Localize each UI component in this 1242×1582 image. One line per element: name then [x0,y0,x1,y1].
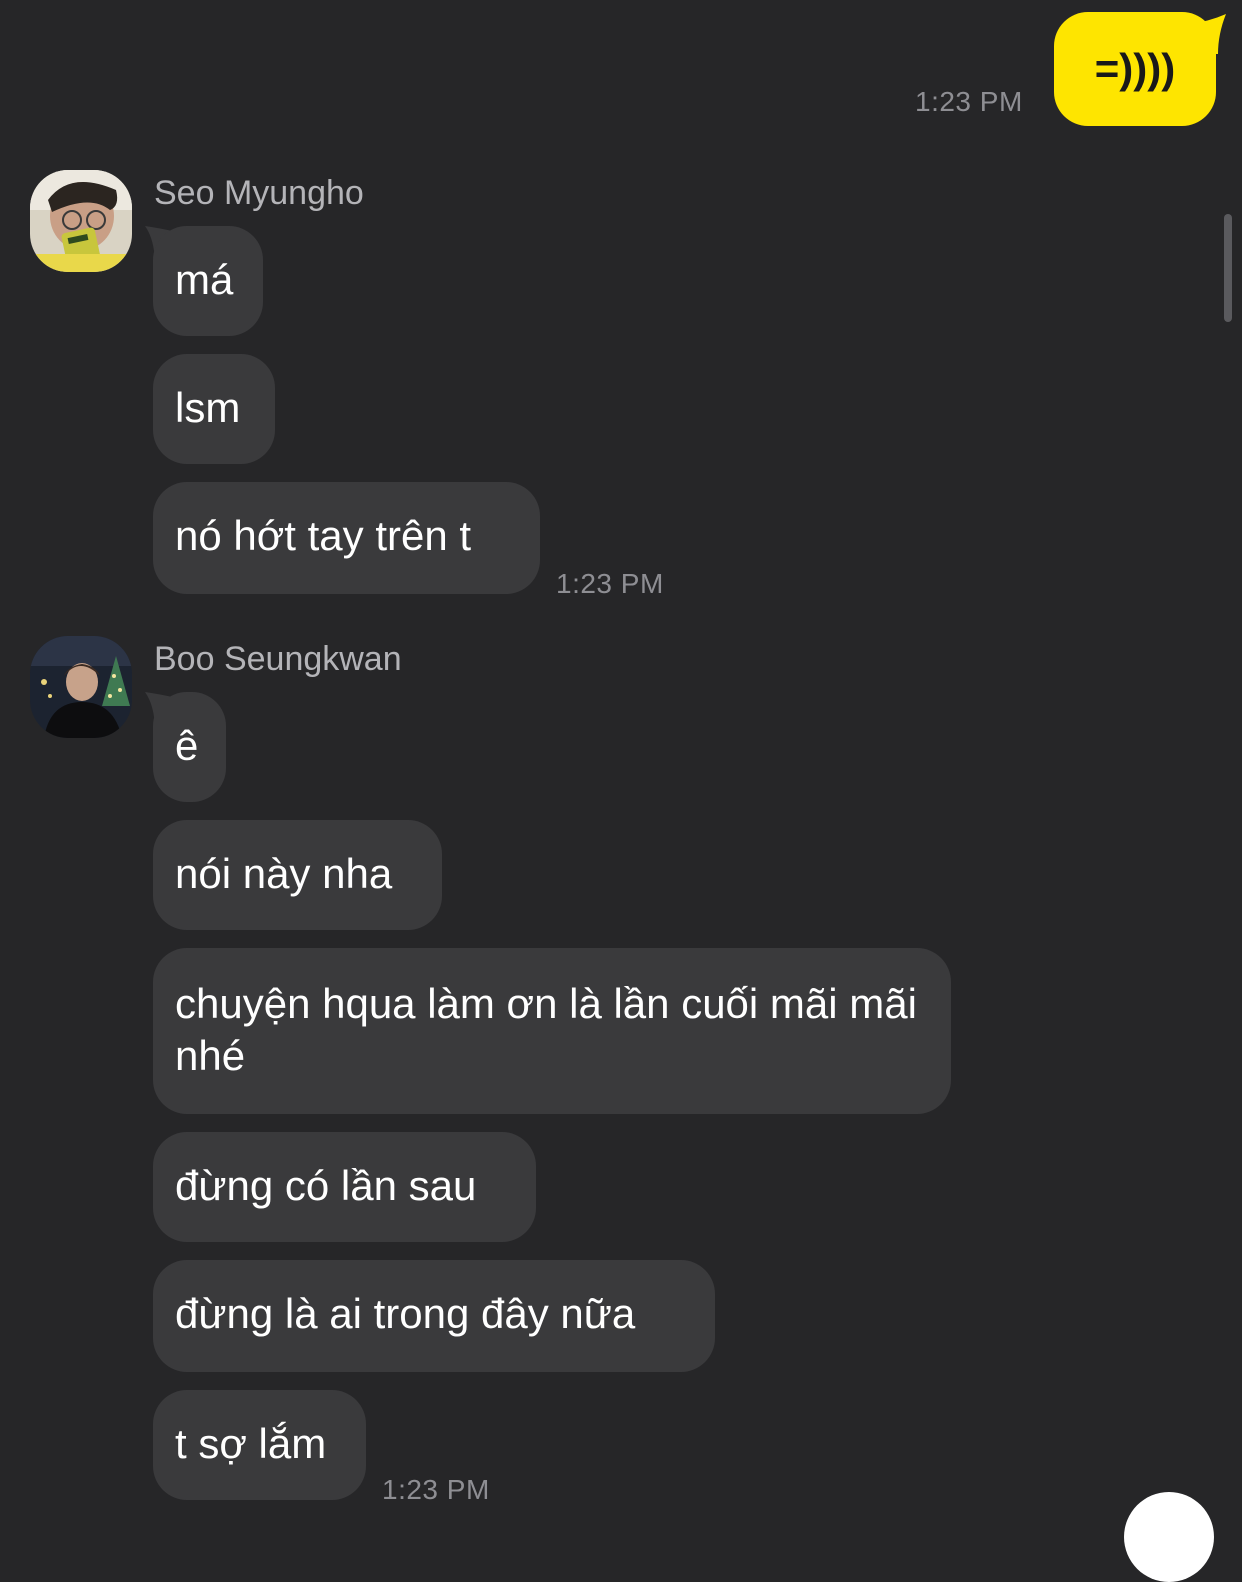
incoming-message-bubble[interactable]: ê [153,692,226,802]
outgoing-timestamp: 1:23 PM [915,86,1023,117]
message-text: lsm [175,384,241,431]
message-text: đừng là ai trong đây nữa [175,1290,636,1337]
incoming-message-bubble[interactable]: chuyện hqua làm ơn là lần cuối mãi mãi n… [153,948,951,1114]
sender-name: Boo Seungkwan [154,640,402,678]
message-text: chuyện hqua làm ơn là lần cuối mãi mãi n… [175,980,917,1079]
avatar-boo-seungkwan[interactable] [30,636,132,738]
scrollbar[interactable] [1224,214,1232,322]
message-text: t sợ lắm [175,1420,327,1467]
sender-name: Seo Myungho [154,174,364,212]
message-text: má [175,256,234,303]
scroll-to-bottom-button[interactable] [1124,1492,1214,1582]
message-text: đừng có lần sau [175,1162,477,1209]
user-photo-avatar-icon [30,170,132,272]
incoming-message-bubble[interactable]: lsm [153,354,275,464]
incoming-message-bubble[interactable]: nó hớt tay trên t [153,482,540,594]
message-text: ê [175,722,199,769]
incoming-message-bubble[interactable]: đừng là ai trong đây nữa [153,1260,715,1372]
incoming-message-bubble[interactable]: đừng có lần sau [153,1132,536,1242]
incoming-timestamp: 1:23 PM [556,568,664,599]
incoming-message-bubble[interactable]: nói này nha [153,820,442,930]
incoming-message-bubble[interactable]: t sợ lắm [153,1390,366,1500]
incoming-message-bubble[interactable]: má [153,226,263,336]
user-photo-avatar-icon [30,636,132,738]
message-text: nó hớt tay trên t [175,512,472,559]
incoming-timestamp: 1:23 PM [382,1474,490,1505]
message-text: =)))) [1094,45,1176,92]
outgoing-message-bubble[interactable]: =)))) [1054,12,1216,126]
avatar-seo-myungho[interactable] [30,170,132,272]
message-text: nói này nha [175,850,393,897]
